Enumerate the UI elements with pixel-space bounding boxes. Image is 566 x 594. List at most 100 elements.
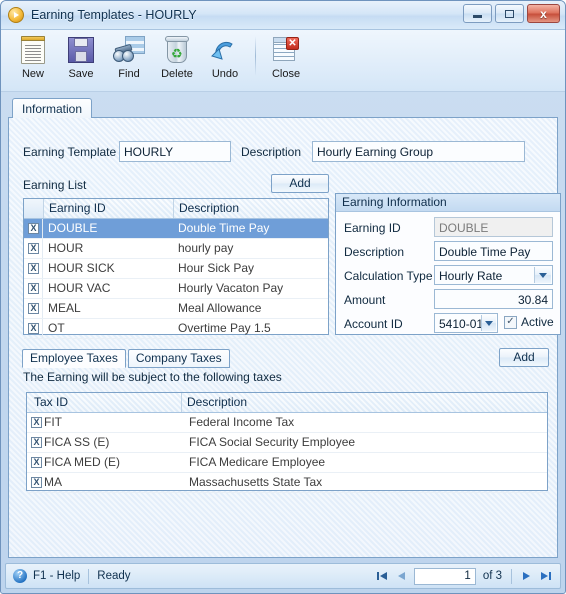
cell-description: Meal Allowance <box>178 301 262 315</box>
earning-information-panel: Earning Information Earning ID DOUBLE De… <box>335 193 561 335</box>
active-checkbox[interactable]: ✓ <box>504 315 517 329</box>
row-delete-cell[interactable]: X <box>24 259 43 278</box>
tab-company-taxes[interactable]: Company Taxes <box>127 349 230 368</box>
toolbar-close-label: Close <box>271 68 301 80</box>
new-document-icon <box>16 34 50 66</box>
table-row[interactable]: X HOUR hourly pay <box>24 239 328 259</box>
active-checkbox-group[interactable]: ✓ Active <box>504 315 554 329</box>
client-area: Information Earning Template HOURLY Desc… <box>8 98 561 558</box>
first-record-icon[interactable] <box>374 568 390 584</box>
cell-tax-id: X FICA MED (E) <box>27 453 182 472</box>
taxes-grid[interactable]: Tax ID Description X FIT Federal Income Ta… <box>26 392 548 493</box>
chevron-down-icon[interactable] <box>481 315 496 331</box>
record-number-input[interactable]: 1 <box>413 567 476 585</box>
toolbar-find-button[interactable]: Find <box>105 34 153 80</box>
toolbar-save-label: Save <box>68 68 94 80</box>
maximize-button[interactable] <box>495 4 524 23</box>
minimize-icon <box>473 15 482 18</box>
table-row[interactable]: X DOUBLE Double Time Pay <box>24 219 328 239</box>
cell-earning-id: DOUBLE <box>48 221 98 235</box>
application-window: Earning Templates - HOURLY x New Save Fi… <box>0 0 566 594</box>
x-icon[interactable]: X <box>28 283 39 294</box>
table-row[interactable]: X OT Overtime Pay 1.5 <box>24 319 328 339</box>
x-icon[interactable]: X <box>28 323 39 334</box>
row-delete-cell[interactable]: X <box>24 299 43 318</box>
earning-template-label: Earning Template <box>23 145 117 159</box>
record-total-label: of 3 <box>482 570 502 582</box>
earning-list-col-description: Description <box>179 201 240 215</box>
toolbar-delete-label: Delete <box>161 68 193 80</box>
x-icon[interactable]: X <box>28 263 39 274</box>
minimize-button[interactable] <box>463 4 492 23</box>
recycle-bin-icon: ♻ <box>160 34 194 66</box>
last-record-icon[interactable] <box>538 568 554 584</box>
binoculars-icon <box>112 34 146 66</box>
chevron-down-icon[interactable] <box>534 267 551 283</box>
previous-record-icon[interactable] <box>394 568 410 584</box>
table-row[interactable]: X MA Massachusetts State Tax <box>27 473 547 493</box>
floppy-disk-icon <box>64 34 98 66</box>
cell-description: Overtime Pay 1.5 <box>178 321 271 335</box>
table-row[interactable]: X FICA MED (E) FICA Medicare Employee <box>27 453 547 473</box>
earning-information-title: Earning Information <box>336 194 560 212</box>
table-row[interactable]: X FICA SS (E) FICA Social Security Employe… <box>27 433 547 453</box>
calculation-type-select[interactable]: Hourly Rate <box>434 265 553 285</box>
description-input[interactable]: Hourly Earning Group <box>312 141 525 162</box>
cell-description: Double Time Pay <box>178 221 270 235</box>
table-row[interactable]: X FIT Federal Income Tax <box>27 413 547 433</box>
earning-description-label: Description <box>344 245 405 259</box>
x-icon[interactable]: X <box>31 417 42 428</box>
x-icon[interactable]: X <box>31 477 42 488</box>
cell-tax-description: Massachusetts State Tax <box>189 475 323 489</box>
toolbar-delete-button[interactable]: ♻ Delete <box>153 34 201 80</box>
tab-employee-taxes[interactable]: Employee Taxes <box>22 349 126 368</box>
row-delete-cell[interactable]: X <box>24 239 43 258</box>
amount-input[interactable]: 30.84 <box>434 289 553 309</box>
description-label: Description <box>241 145 302 159</box>
earning-id-input[interactable]: DOUBLE <box>434 217 553 237</box>
close-window-button[interactable]: x <box>527 4 560 23</box>
cell-description: Hour Sick Pay <box>178 261 255 275</box>
earning-description-input[interactable]: Double Time Pay <box>434 241 553 261</box>
help-label[interactable]: F1 - Help <box>33 570 80 582</box>
table-row[interactable]: X MEAL Meal Allowance <box>24 299 328 319</box>
earning-list-add-button[interactable]: Add <box>271 174 329 193</box>
cell-earning-id: HOUR SICK <box>48 261 115 275</box>
account-id-select[interactable]: 5410-01 <box>434 313 498 333</box>
x-icon[interactable]: X <box>31 457 42 468</box>
undo-arrow-icon <box>208 34 242 66</box>
toolbar-close-button[interactable]: ✕ Close <box>262 34 310 80</box>
row-delete-cell[interactable]: X <box>24 319 43 338</box>
x-icon[interactable]: X <box>28 243 39 254</box>
earning-list-rows: X DOUBLE Double Time Pay X HOUR hourly pay X HO… <box>24 219 328 339</box>
toolbar-new-label: New <box>21 68 44 80</box>
question-mark-icon[interactable]: ? <box>13 569 27 583</box>
cell-tax-id: X FIT <box>27 413 182 432</box>
taxes-col-description: Description <box>187 395 248 409</box>
nav-separator <box>511 568 512 584</box>
cell-tax-description: Federal Income Tax <box>189 415 295 429</box>
caption-buttons: x <box>463 4 560 23</box>
cell-description: hourly pay <box>178 241 234 255</box>
tax-id-text: FICA MED (E) <box>44 455 121 469</box>
earning-list-grid[interactable]: Earning ID Description X DOUBLE Double Tim… <box>23 198 329 339</box>
row-delete-cell[interactable]: X <box>24 219 43 238</box>
taxes-note: The Earning will be subject to the follo… <box>23 370 282 384</box>
row-delete-cell[interactable]: X <box>24 279 43 298</box>
calculation-type-value: Hourly Rate <box>439 269 503 283</box>
toolbar-undo-button[interactable]: Undo <box>201 34 249 80</box>
x-icon[interactable]: X <box>31 437 42 448</box>
cell-tax-description: FICA Social Security Employee <box>189 435 356 449</box>
tax-id-text: MA <box>44 475 62 489</box>
toolbar-new-button[interactable]: New <box>9 34 57 80</box>
toolbar-find-label: Find <box>118 68 140 80</box>
table-row[interactable]: X HOUR SICK Hour Sick Pay <box>24 259 328 279</box>
table-row[interactable]: X HOUR VAC Hourly Vacaton Pay <box>24 279 328 299</box>
earning-template-input[interactable]: HOURLY <box>119 141 231 162</box>
taxes-add-button[interactable]: Add <box>499 348 549 367</box>
x-icon[interactable]: X <box>28 223 39 234</box>
x-icon[interactable]: X <box>28 303 39 314</box>
toolbar-save-button[interactable]: Save <box>57 34 105 80</box>
tab-information[interactable]: Information <box>12 98 93 118</box>
next-record-icon[interactable] <box>518 568 534 584</box>
